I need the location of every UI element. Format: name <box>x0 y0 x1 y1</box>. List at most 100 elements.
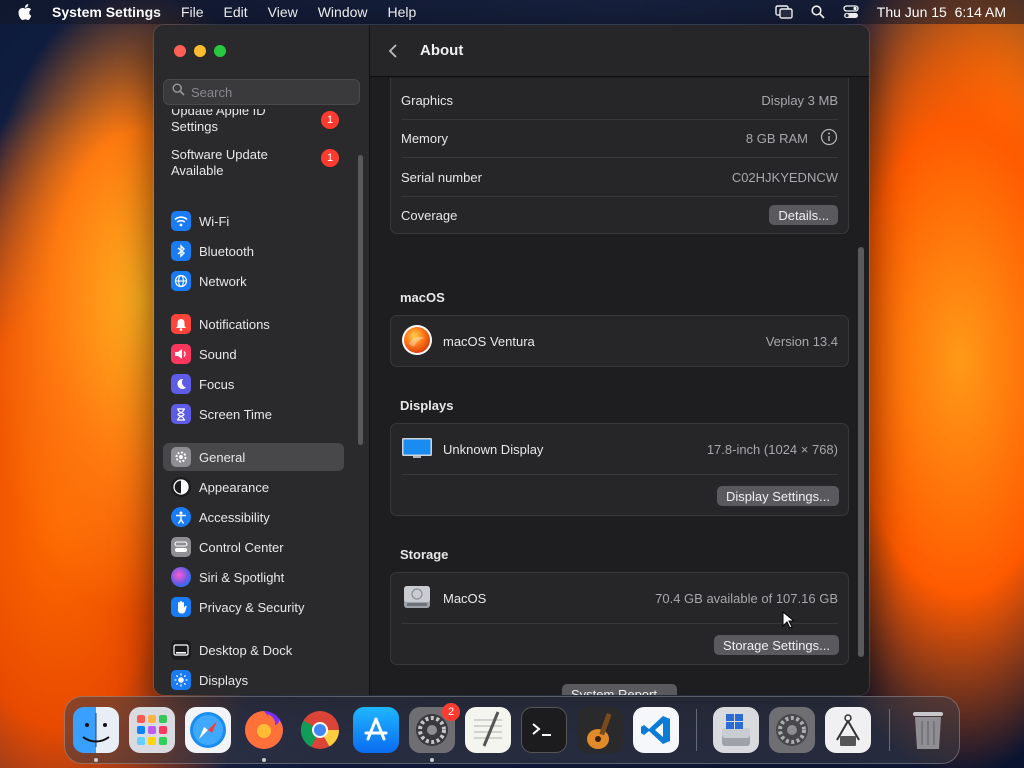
sidebar-item-displays[interactable]: Displays <box>163 666 344 694</box>
coverage-row: Coverage Details... <box>391 198 848 232</box>
display-spec: 17.8-inch (1024 × 768) <box>706 441 838 457</box>
sidebar-item-privacy-security[interactable]: Privacy & Security <box>163 593 344 621</box>
sidebar-item-desktop-dock[interactable]: Desktop & Dock <box>163 636 344 664</box>
info-icon[interactable] <box>820 128 838 149</box>
dock-launchpad-icon[interactable] <box>129 707 175 753</box>
page-title: About <box>420 42 464 59</box>
sidebar-item-sound[interactable]: Sound <box>163 340 344 368</box>
sidebar-item-label: Wi-Fi <box>199 213 230 229</box>
sidebar-item-label: Appearance <box>199 479 270 495</box>
storage-group: MacOS 70.4 GB available of 107.16 GB Sto… <box>390 572 849 665</box>
sidebar-item-accessibility[interactable]: Accessibility <box>163 503 344 531</box>
update-badge: 1 <box>321 111 339 129</box>
display-settings-wrap: Display Settings... <box>716 486 839 506</box>
sidebar-item-label: Notifications <box>199 316 270 332</box>
sidebar-item-software-update[interactable]: Software Update Available 1 <box>163 147 344 183</box>
running-indicator <box>94 758 98 762</box>
display-settings-button[interactable]: Display Settings... <box>716 486 839 506</box>
dock-textedit-icon[interactable] <box>465 707 511 753</box>
sidebar: Update Apple ID Settings 1 Software Upda… <box>154 25 370 695</box>
sidebar-item-network[interactable]: Network <box>163 267 344 295</box>
storage-row: MacOS 70.4 GB available of 107.16 GB <box>391 573 848 623</box>
sidebar-item-label: Control Center <box>199 539 284 555</box>
dock-garageband-icon[interactable] <box>577 707 623 753</box>
sidebar-item-control-center[interactable]: Control Center <box>163 533 344 561</box>
dock-vscode-icon[interactable] <box>633 707 679 753</box>
menu-view[interactable]: View <box>268 4 298 20</box>
sun-icon <box>171 670 191 690</box>
dock-firefox-icon[interactable] <box>241 707 287 753</box>
dock-boot-camp-icon[interactable] <box>713 707 759 753</box>
menu-window[interactable]: Window <box>318 4 368 20</box>
back-chevron-icon[interactable] <box>388 41 404 61</box>
displays-section-title: Displays <box>400 398 454 413</box>
graphics-value: Display 3 MB <box>761 92 838 108</box>
dock-chrome-icon[interactable] <box>297 707 343 753</box>
macos-section-title: macOS <box>400 290 445 305</box>
memory-row: Memory 8 GB RAM <box>391 121 848 155</box>
sidebar-scrollbar[interactable] <box>358 155 363 445</box>
settings-badge: 2 <box>442 703 460 721</box>
sidebar-item-notifications[interactable]: Notifications <box>163 310 344 338</box>
apple-menu-icon[interactable] <box>18 4 34 20</box>
sidebar-item-appearance[interactable]: Appearance <box>163 473 344 501</box>
divider <box>401 474 838 475</box>
control-center-icon[interactable] <box>843 5 859 19</box>
sidebar-item-label: Privacy & Security <box>199 599 305 615</box>
accessibility-icon <box>171 507 191 527</box>
macos-row: macOS Ventura Version 13.4 <box>391 316 848 366</box>
details-button[interactable]: Details... <box>769 205 838 225</box>
serial-number-value: C02HJKYEDNCW <box>731 169 838 185</box>
wifi-icon <box>171 211 191 231</box>
minimize-window-button[interactable] <box>194 45 206 57</box>
sidebar-item-focus[interactable]: Focus <box>163 370 344 398</box>
sidebar-item-label: Update Apple ID Settings <box>171 109 266 134</box>
dock-printer-utility-icon[interactable] <box>825 707 871 753</box>
dock-divider <box>889 709 890 751</box>
menu-clock[interactable]: Thu Jun 15 6:14 AM <box>877 4 1006 20</box>
search-input[interactable] <box>191 84 351 100</box>
sidebar-item-wifi[interactable]: Wi-Fi <box>163 207 344 235</box>
divider <box>401 119 838 120</box>
running-indicator <box>262 758 266 762</box>
control-center-icon <box>171 537 191 557</box>
spotlight-search-icon[interactable] <box>811 5 825 19</box>
storage-settings-button[interactable]: Storage Settings... <box>714 635 839 655</box>
about-content: Graphics Display 3 MB Memory 8 GB RAM Se… <box>370 78 869 695</box>
sidebar-item-apple-id-update[interactable]: Update Apple ID Settings 1 <box>163 109 344 145</box>
menu-help[interactable]: Help <box>388 4 417 20</box>
dock-system-preferences-icon[interactable] <box>769 707 815 753</box>
dock-trash-icon[interactable] <box>905 707 951 753</box>
display-name: Unknown Display <box>443 441 544 457</box>
dock-icon <box>171 640 191 660</box>
macos-version: Version 13.4 <box>765 333 838 349</box>
search-icon <box>172 83 185 101</box>
sidebar-item-label: Network <box>199 273 247 289</box>
sidebar-item-screen-time[interactable]: Screen Time <box>163 400 344 428</box>
window-controls <box>174 45 226 57</box>
dock-app-store-icon[interactable] <box>353 707 399 753</box>
menu-file[interactable]: File <box>181 4 204 20</box>
speaker-icon <box>171 344 191 364</box>
screen-mirroring-icon[interactable] <box>775 5 793 19</box>
sidebar-item-bluetooth[interactable]: Bluetooth <box>163 237 344 265</box>
menu-edit[interactable]: Edit <box>224 4 248 20</box>
dock-finder-icon[interactable] <box>73 707 119 753</box>
dock-terminal-icon[interactable] <box>521 707 567 753</box>
storage-section-title: Storage <box>400 547 449 562</box>
dock-safari-icon[interactable] <box>185 707 231 753</box>
menu-bar: System Settings File Edit View Window He… <box>0 0 1024 24</box>
update-badge: 1 <box>321 149 339 167</box>
main-scrollbar[interactable] <box>858 247 864 657</box>
divider <box>401 157 838 158</box>
app-menu[interactable]: System Settings <box>52 4 161 20</box>
hourglass-icon <box>171 404 191 424</box>
sidebar-item-general[interactable]: General <box>163 443 344 471</box>
zoom-window-button[interactable] <box>214 45 226 57</box>
memory-value-group: 8 GB RAM <box>746 128 838 149</box>
close-window-button[interactable] <box>174 45 186 57</box>
storage-spec: 70.4 GB available of 107.16 GB <box>655 590 838 606</box>
system-report-button[interactable]: System Report... <box>562 684 677 695</box>
bell-icon <box>171 314 191 334</box>
sidebar-item-siri-spotlight[interactable]: Siri & Spotlight <box>163 563 344 591</box>
